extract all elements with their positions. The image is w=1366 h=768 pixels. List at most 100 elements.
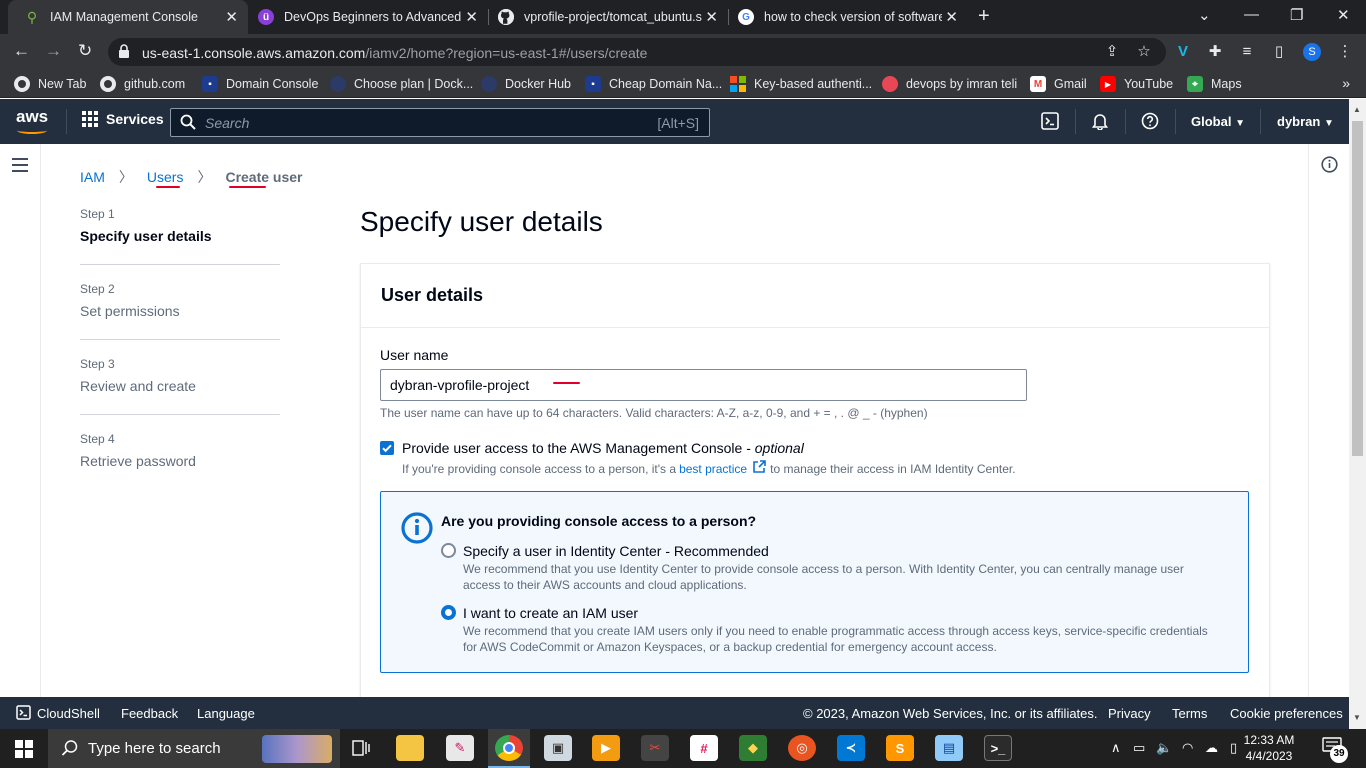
terms-link[interactable]: Terms [1172, 706, 1207, 721]
paint-app-icon[interactable]: ✎ [446, 735, 474, 761]
extensions-puzzle-icon[interactable]: ✚ [1206, 43, 1224, 61]
step-number: Step 2 [80, 282, 115, 296]
bookmark-new-tab[interactable]: New Tab [14, 76, 86, 92]
tab-devops-course[interactable]: ü DevOps Beginners to Advanced | ✕ [248, 0, 488, 34]
language-link[interactable]: Language [197, 706, 255, 721]
virtualbox-icon[interactable]: ▣ [544, 735, 572, 761]
window-close-icon[interactable]: ✕ [1337, 6, 1350, 24]
address-bar[interactable]: us-east-1.console.aws.amazon.com/iamv2/h… [108, 38, 1166, 66]
side-panel-icon[interactable]: ▯ [1270, 43, 1288, 61]
wizard-step-4[interactable]: Step 4 Retrieve password [80, 432, 280, 469]
aws-logo[interactable]: aws [16, 107, 48, 134]
close-icon[interactable]: ✕ [945, 8, 958, 26]
wizard-step-3[interactable]: Step 3 Review and create [80, 357, 280, 394]
lock-icon[interactable] [118, 43, 130, 62]
close-icon[interactable]: ✕ [225, 8, 238, 26]
scrollbar-thumb[interactable] [1352, 121, 1363, 456]
forward-arrow-icon[interactable]: → [45, 41, 62, 61]
wizard-step-2[interactable]: Step 2 Set permissions [80, 282, 280, 319]
onedrive-cloud-icon[interactable]: ☁ [1205, 740, 1218, 756]
tab-search-chevron-icon[interactable]: ⌄ [1198, 6, 1211, 24]
minimize-icon[interactable]: — [1244, 6, 1259, 23]
snipping-tool-icon[interactable]: ✂ [641, 735, 669, 761]
sublime-text-icon[interactable]: S [886, 735, 914, 761]
bookmark-gmail[interactable]: M Gmail [1030, 76, 1087, 92]
bookmark-domain-console[interactable]: ▪ Domain Console [202, 76, 318, 92]
tab-iam-console[interactable]: ⚲ IAM Management Console ✕ [8, 0, 248, 34]
bookmark-cheap-domain[interactable]: ▪ Cheap Domain Na... [585, 76, 722, 92]
chrome-icon[interactable] [495, 735, 523, 761]
close-icon[interactable]: ✕ [465, 8, 478, 26]
terminal-icon[interactable]: >_ [984, 735, 1012, 761]
ubuntu-icon[interactable]: ◎ [788, 735, 816, 761]
bookmark-maps[interactable]: ⌖ Maps [1187, 76, 1242, 92]
profile-avatar[interactable]: S [1303, 43, 1321, 61]
taskbar-search-box[interactable]: Type here to search [48, 729, 340, 768]
file-explorer-icon[interactable] [396, 735, 424, 761]
tray-overflow-chevron-icon[interactable]: ∧ [1111, 740, 1121, 756]
bookmark-github[interactable]: github.com [100, 76, 185, 92]
account-menu[interactable]: dybran ▼ [1277, 114, 1334, 129]
windows-start-icon[interactable] [15, 740, 33, 758]
media-player-icon[interactable]: ▶ [592, 735, 620, 761]
reload-icon[interactable]: ↻ [78, 41, 92, 61]
best-practice-link[interactable]: best practice [679, 462, 747, 476]
iam-user-option-label[interactable]: I want to create an IAM user [463, 605, 638, 621]
share-icon[interactable]: ⇪ [1103, 43, 1121, 61]
chrome-menu-icon[interactable]: ⋮ [1336, 43, 1354, 61]
bookmark-docker-plan[interactable]: Choose plan | Dock... [330, 76, 473, 92]
display-icon[interactable]: ▯ [1230, 740, 1237, 756]
services-menu-button[interactable]: Services [82, 111, 164, 127]
username-input[interactable] [380, 369, 1027, 401]
breadcrumb-users-link[interactable]: Users [147, 169, 184, 185]
menu-hamburger-icon[interactable] [12, 158, 28, 175]
notepad-icon[interactable]: ▤ [935, 735, 963, 761]
volume-icon[interactable]: 🔈 [1156, 740, 1172, 756]
identity-center-radio[interactable] [441, 543, 456, 558]
page-scrollbar[interactable]: ▲ ▼ [1349, 99, 1366, 729]
iam-user-radio[interactable] [441, 605, 456, 620]
console-access-checkbox[interactable] [380, 441, 394, 455]
vimeo-extension-icon[interactable]: V [1174, 43, 1192, 61]
region-selector[interactable]: Global ▼ [1191, 114, 1245, 129]
cloudshell-icon[interactable] [16, 705, 31, 723]
external-link-icon[interactable] [752, 460, 766, 477]
cloudshell-icon[interactable] [1041, 112, 1059, 133]
bookmark-youtube[interactable]: ▶ YouTube [1100, 76, 1173, 92]
bookmark-devops-imran[interactable]: devops by imran teli [882, 76, 1017, 92]
task-view-icon[interactable] [347, 735, 375, 761]
media-controls-icon[interactable]: ≡ [1238, 43, 1256, 61]
git-app-icon[interactable]: ◆ [739, 735, 767, 761]
notifications-bell-icon[interactable] [1091, 112, 1109, 133]
notification-center-icon[interactable]: 39 [1322, 737, 1348, 763]
info-icon[interactable] [1321, 156, 1338, 176]
privacy-link[interactable]: Privacy [1108, 706, 1151, 721]
back-arrow-icon[interactable]: ← [13, 41, 30, 61]
step-number: Step 3 [80, 357, 115, 371]
tab-google-search[interactable]: G how to check version of software ✕ [728, 0, 968, 34]
bookmark-star-icon[interactable]: ☆ [1135, 43, 1153, 61]
breadcrumb-iam-link[interactable]: IAM [80, 169, 105, 185]
tab-github-vprofile[interactable]: vprofile-project/tomcat_ubuntu.s ✕ [488, 0, 728, 34]
vscode-icon[interactable]: ≺ [837, 735, 865, 761]
scroll-down-icon[interactable]: ▼ [1353, 713, 1361, 722]
console-access-label[interactable]: Provide user access to the AWS Managemen… [402, 440, 804, 456]
bookmark-key-auth[interactable]: Key-based authenti... [730, 76, 872, 92]
feedback-link[interactable]: Feedback [121, 706, 178, 721]
scroll-up-icon[interactable]: ▲ [1353, 105, 1361, 114]
restore-icon[interactable]: ❐ [1290, 6, 1303, 24]
system-clock[interactable]: 12:33 AM 4/4/2023 [1240, 732, 1298, 764]
slack-icon[interactable]: # [690, 735, 718, 761]
bookmark-docker-hub[interactable]: Docker Hub [481, 76, 571, 92]
aws-search-input[interactable]: Search [Alt+S] [170, 108, 710, 137]
help-question-icon[interactable] [1141, 112, 1159, 133]
close-icon[interactable]: ✕ [705, 8, 718, 26]
identity-center-option-label[interactable]: Specify a user in Identity Center - Reco… [463, 543, 769, 559]
wifi-icon[interactable]: ◠ [1182, 740, 1193, 756]
more-bookmarks-icon[interactable]: » [1342, 75, 1350, 91]
new-tab-plus-icon[interactable]: + [978, 5, 990, 28]
wizard-step-1[interactable]: Step 1 Specify user details [80, 207, 280, 244]
cloudshell-link[interactable]: CloudShell [37, 706, 100, 721]
battery-icon[interactable]: ▭ [1133, 740, 1145, 756]
cookie-preferences-link[interactable]: Cookie preferences [1230, 706, 1343, 721]
